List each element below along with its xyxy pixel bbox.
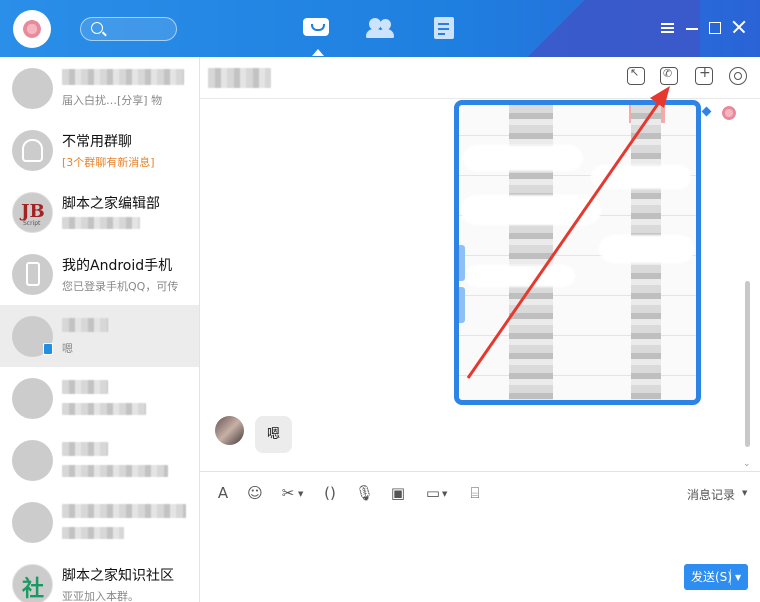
tab-documents[interactable] [432,16,460,40]
my-avatar[interactable] [13,10,51,48]
conversation-preview: 嗯 [62,342,73,355]
microphone-icon[interactable]: 🎙 [355,484,374,502]
chat-bubble-icon [303,18,329,36]
avatar-subtext: Script [23,220,41,227]
tab-messages[interactable] [303,16,331,56]
scroll-to-bottom-icon[interactable]: ⌄ [743,459,751,469]
message-history-button[interactable]: 消息记录 [687,486,735,503]
conversation-preview: [3个群聊有新消息] [62,156,155,169]
blurred-preview [62,217,140,229]
contact-avatar[interactable] [215,416,244,445]
blurred-name [62,318,108,332]
avatar [12,440,53,481]
list-item[interactable]: JB Script 脚本之家编辑部 [0,181,199,243]
list-item[interactable] [0,491,199,553]
send-divider [730,569,731,585]
avatar-text: 社 [22,576,45,602]
flower-icon [23,20,41,38]
image-edge-marker [459,245,465,281]
conversation-preview: 届入白扰…[分享] 物 [62,94,163,107]
scissors-icon[interactable]: ✂ [279,484,297,502]
folder-icon[interactable]: ▭ [424,484,442,502]
file-options-caret[interactable]: ▼ [442,490,447,498]
scrollbar[interactable] [742,99,752,471]
active-tab-indicator [312,49,324,56]
red-packet-icon[interactable]: ⌸ [466,484,484,502]
close-icon[interactable] [732,20,746,34]
list-item[interactable] [0,429,199,491]
shake-icon[interactable]: () [321,484,339,502]
my-small-avatar [722,106,736,120]
group-chat-icon [12,130,53,171]
send-options-icon[interactable]: ▼ [735,565,741,591]
menu-icon[interactable] [661,20,675,34]
image-edge-marker [459,287,465,323]
avatar-text: JB [21,201,45,222]
blurred-preview [62,403,146,415]
conversation-name: 脚本之家编辑部 [62,196,160,212]
conversation-list[interactable]: 届入白扰…[分享] 物 不常用群聊 [3个群聊有新消息] JB Script 脚… [0,57,200,602]
search-button[interactable] [80,17,177,41]
received-message-bubble: 嗯 [255,416,293,453]
list-item[interactable]: 届入白扰…[分享] 物 [0,57,199,119]
chat-header [200,57,760,99]
conversation-preview: 您已登录手机QQ，可传 [62,280,179,293]
avatar: 社 [12,564,53,602]
share-screen-icon[interactable] [627,66,645,85]
font-icon[interactable]: A [214,484,232,502]
blurred-name [62,442,108,456]
conversation-preview: 亚亚加入本群。 [62,590,139,602]
conversation-name: 脚本之家知识社区 [62,568,174,584]
maximize-icon[interactable] [709,22,721,34]
blurred-name [62,69,184,85]
send-label: 发送(S) [691,570,732,584]
minimize-icon[interactable] [686,20,700,34]
list-item[interactable] [0,367,199,429]
emoji-icon[interactable]: ☺ [246,484,264,502]
sent-image-message[interactable] [454,100,701,405]
blurred-name [62,504,186,518]
blurred-preview [62,527,124,539]
list-item[interactable]: 不常用群聊 [3个群聊有新消息] [0,119,199,181]
message-composer[interactable]: A ☺ ✂ ▼ () 🎙 ▣ ▭ ▼ ⌸ 消息记录 ▼ 发送(S) ▼ [200,471,760,602]
conversation-name: 我的Android手机 [62,258,173,274]
scrollbar-thumb[interactable] [745,281,750,447]
blurred-preview [62,465,168,477]
voice-call-icon[interactable] [660,67,678,85]
blurred-chat-title [208,68,271,88]
mobile-online-icon [43,343,53,355]
title-bar [0,0,760,57]
phone-icon [12,254,53,295]
list-item[interactable]: 社 脚本之家知识社区 亚亚加入本群。 [0,553,199,602]
tab-contacts[interactable] [366,16,394,40]
blurred-name [62,380,108,394]
avatar [12,502,53,543]
chevron-down-icon[interactable]: ▼ [742,489,747,497]
avatar [12,378,53,419]
message-area[interactable]: 嗯 ⌄ [200,99,760,471]
bubble-tail [701,106,712,117]
settings-icon[interactable] [729,67,747,85]
add-member-icon[interactable] [695,65,713,85]
conversation-name: 不常用群聊 [62,134,132,150]
list-item[interactable]: 我的Android手机 您已登录手机QQ，可传 [0,243,199,305]
avatar [12,68,53,109]
search-icon [91,22,103,34]
list-item[interactable]: 嗯 [0,305,199,367]
screenshot-options-caret[interactable]: ▼ [298,490,303,498]
send-button[interactable]: 发送(S) ▼ [684,564,748,590]
image-icon[interactable]: ▣ [389,484,407,502]
avatar: JB Script [12,192,53,233]
